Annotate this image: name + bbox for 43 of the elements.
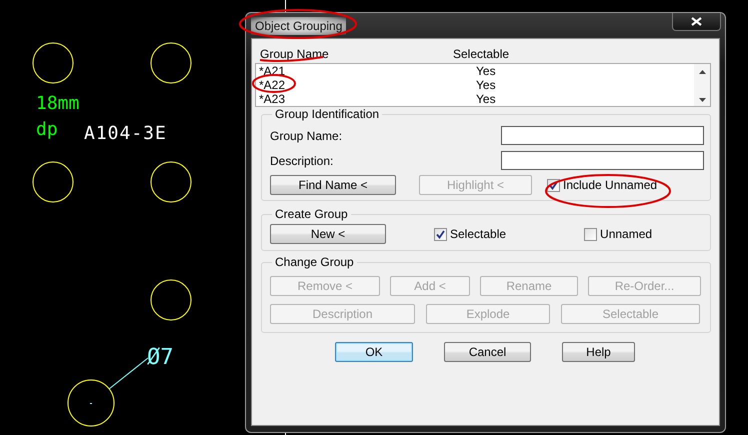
annotation-ellipse [252,74,296,93]
group-label: Change Group [274,255,355,269]
checkbox[interactable]: Include Unnamed [547,178,658,192]
scroll-up-icon[interactable] [698,70,706,74]
input-field[interactable] [501,151,704,170]
close-icon [691,16,702,26]
input-field[interactable] [500,126,704,145]
button[interactable]: Cancel [444,342,531,362]
drawing-label: 18mm [36,95,80,113]
button[interactable]: Help [562,342,635,362]
checkbox[interactable]: Unnamed [584,227,652,241]
hole-circle [32,42,74,84]
table-cell: Yes [476,78,496,92]
table-cell: Yes [476,64,496,78]
check-icon [436,230,445,238]
hole-circle [68,380,114,426]
leader-line [108,358,148,390]
group-label: Create Group [274,207,349,221]
table-cell: Yes [476,92,496,106]
drawing-label: A104-3E [84,125,167,143]
field-label: Group Name: [270,128,344,142]
scroll-down-icon[interactable] [698,98,706,102]
hole-circle [32,162,74,202]
button[interactable]: New < [270,224,386,244]
window-title: Object Grouping [251,16,346,34]
column-header[interactable]: Group Name [260,47,453,61]
hole-circle [150,280,192,320]
button[interactable]: Find Name < [270,175,396,195]
checkbox[interactable]: Selectable [434,227,506,241]
close-button[interactable] [672,12,721,30]
check-icon [549,180,558,190]
center-mark [90,403,92,404]
table-cell: *A23 [259,92,286,106]
scrollbar[interactable] [694,64,710,106]
drawing-label: Ø7 [147,347,174,369]
group-label: Group Identification [274,107,380,121]
hole-circle [150,42,192,84]
hole-circle [150,162,192,202]
table-cell: *A22 [259,78,286,92]
column-header[interactable]: Selectable [453,47,603,61]
drawing-label: dp [36,121,58,139]
button[interactable]: OK [335,342,413,362]
field-label: Description: [270,154,334,168]
